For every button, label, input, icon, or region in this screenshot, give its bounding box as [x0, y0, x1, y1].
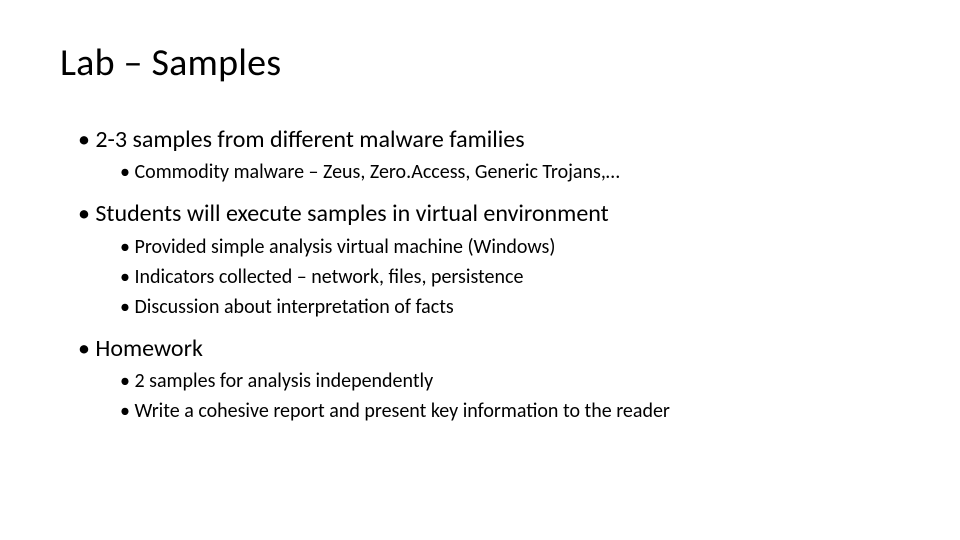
bullet-level2: 2 samples for analysis independently [120, 368, 900, 395]
bullet-level2: Write a cohesive report and present key … [120, 398, 900, 425]
spacer [60, 186, 900, 194]
slide: Lab – Samples 2-3 samples from different… [0, 0, 960, 540]
bullet-level2: Provided simple analysis virtual machine… [120, 234, 900, 261]
bullet-level1: Homework [78, 333, 900, 365]
bullet-level1: Students will execute samples in virtual… [78, 198, 900, 230]
spacer [60, 321, 900, 329]
bullet-level1: 2-3 samples from different malware famil… [78, 124, 900, 156]
bullet-level2: Commodity malware – Zeus, Zero.Access, G… [120, 159, 900, 186]
bullet-level2: Indicators collected – network, files, p… [120, 264, 900, 291]
slide-title: Lab – Samples [60, 40, 900, 86]
bullet-level2: Discussion about interpretation of facts [120, 294, 900, 321]
